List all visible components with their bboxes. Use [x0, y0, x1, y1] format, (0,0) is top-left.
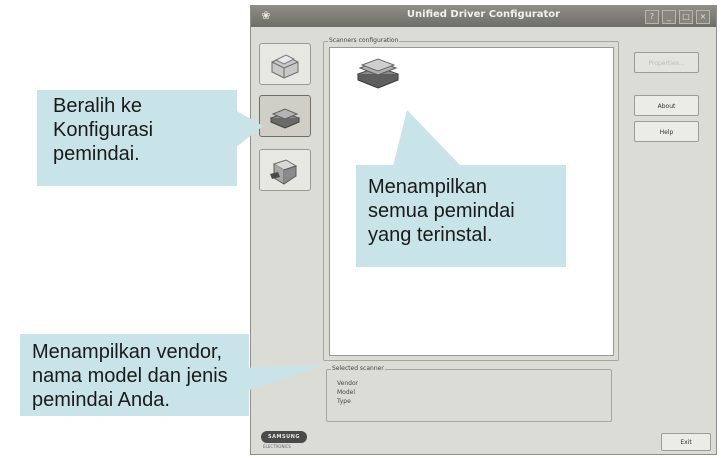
selected-scanner-label: Selected scanner: [331, 365, 385, 372]
exit-button[interactable]: Exit: [661, 433, 711, 451]
callout-arrow: [393, 110, 461, 166]
selected-scanner-group: [326, 369, 612, 422]
window-controls: ? _ □ ×: [645, 10, 710, 24]
nav-printer-configuration[interactable]: [259, 43, 311, 85]
samsung-logo: SAMSUNG: [261, 431, 307, 443]
scanner-list-item[interactable]: [356, 54, 402, 94]
close-button[interactable]: ×: [696, 10, 710, 24]
model-label: Model: [337, 389, 356, 396]
port-icon: [270, 159, 298, 185]
scanner-config-label: Scanners configuration: [328, 37, 400, 44]
properties-button[interactable]: Properties...: [634, 52, 699, 73]
callout-text: Menampilkan vendor, nama model dan jenis…: [32, 341, 228, 411]
callout-switch-to-scanner: Beralih ke Konfigurasi pemindai.: [37, 90, 237, 186]
type-label: Type: [337, 398, 351, 405]
title-bar[interactable]: ❀ Unified Driver Configurator ? _ □ ×: [251, 6, 716, 27]
about-button[interactable]: About: [634, 95, 699, 116]
scanner-icon: [356, 58, 400, 89]
printer-icon: [271, 54, 299, 79]
nav-scanner-configuration[interactable]: [259, 95, 311, 137]
help-window-button[interactable]: ?: [645, 10, 659, 24]
callout-arrow: [235, 110, 263, 148]
logo-subtitle: ELECTRONICS: [263, 444, 291, 449]
help-button[interactable]: Help: [634, 121, 699, 142]
callout-selected-scanner-details: Menampilkan vendor, nama model dan jenis…: [20, 334, 249, 416]
scanner-icon: [269, 108, 301, 129]
vendor-label: Vendor: [337, 380, 359, 387]
maximize-button[interactable]: □: [679, 10, 693, 24]
callout-text: Menampilkan semua pemindai yang terinsta…: [368, 176, 515, 246]
callout-installed-scanners: Menampilkan semua pemindai yang terinsta…: [356, 165, 566, 267]
nav-port-configuration[interactable]: [259, 149, 311, 191]
minimize-button[interactable]: _: [662, 10, 676, 24]
callout-arrow: [243, 365, 325, 392]
callout-text: Beralih ke Konfigurasi pemindai.: [53, 95, 154, 165]
